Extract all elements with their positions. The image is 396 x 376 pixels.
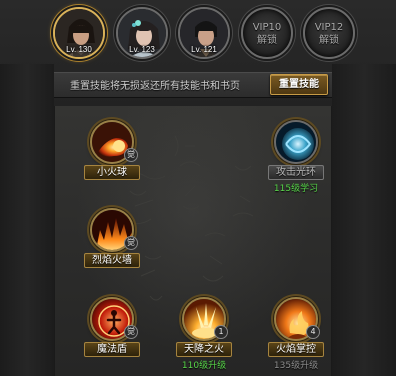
skill-name: 攻击光环 bbox=[268, 165, 324, 180]
skill-requirement: 135级升级 bbox=[273, 361, 319, 371]
skill-requirement: 110级升级 bbox=[181, 361, 227, 371]
unlock-label: 解锁 bbox=[257, 35, 277, 46]
skill-level-badge: 4 bbox=[306, 325, 320, 339]
skill-name: 火焰掌控 bbox=[268, 342, 324, 357]
awakened-badge: 觉 bbox=[124, 325, 138, 339]
character-level: Lv. 130 bbox=[66, 45, 92, 54]
character-level: Lv. 121 bbox=[191, 45, 217, 54]
character-portrait-3[interactable]: Lv. 121 bbox=[178, 7, 230, 59]
character-selector: Lv. 130 Lv. 123 Lv. 121 VIP10 解锁 VIP12 解… bbox=[0, 0, 396, 64]
character-portrait-2[interactable]: Lv. 123 bbox=[116, 7, 168, 59]
skill-name: 魔法盾 bbox=[84, 342, 140, 357]
vip-label: VIP12 解锁 bbox=[305, 21, 353, 47]
skill-level-badge: 1 bbox=[214, 325, 228, 339]
right-border bbox=[332, 64, 396, 376]
awakened-badge: 觉 bbox=[124, 148, 138, 162]
vip-label: VIP10 解锁 bbox=[243, 21, 291, 47]
skill-name: 天降之火 bbox=[176, 342, 232, 357]
vip10-locked-slot[interactable]: VIP10 解锁 bbox=[241, 7, 293, 59]
unlock-label: 解锁 bbox=[319, 35, 339, 46]
skill-name: 小火球 bbox=[84, 165, 140, 180]
reset-description: 重置技能将无损返还所有技能书和书页 bbox=[70, 81, 240, 92]
vip-level: VIP10 bbox=[252, 22, 282, 33]
character-level: Lv. 123 bbox=[129, 45, 155, 54]
skill-panel-window: Lv. 130 Lv. 123 Lv. 121 VIP10 解锁 VIP12 解… bbox=[0, 0, 396, 376]
vip12-locked-slot[interactable]: VIP12 解锁 bbox=[303, 7, 355, 59]
skill-requirement: 115级学习 bbox=[273, 184, 319, 194]
awakened-badge: 觉 bbox=[124, 236, 138, 250]
character-portrait-1[interactable]: Lv. 130 bbox=[53, 7, 105, 59]
skill-name: 烈焰火墙 bbox=[84, 253, 140, 268]
reset-skills-button[interactable]: 重置技能 bbox=[270, 74, 328, 95]
left-border bbox=[0, 64, 54, 376]
attack-aura-icon[interactable] bbox=[274, 120, 318, 164]
vip-level: VIP12 bbox=[314, 22, 344, 33]
